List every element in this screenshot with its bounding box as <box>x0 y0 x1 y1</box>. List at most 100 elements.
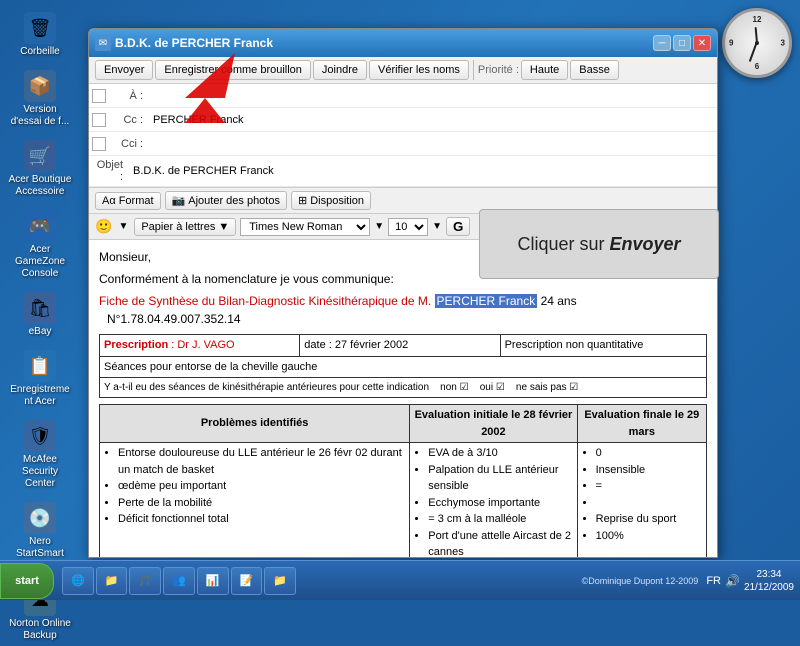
bold-button[interactable]: G <box>446 217 470 236</box>
format-button[interactable]: Aα Format <box>95 192 161 210</box>
check-names-button[interactable]: Vérifier les noms <box>369 60 469 80</box>
clock-widget: 12 3 6 9 <box>722 8 792 78</box>
format-label: Format <box>119 195 154 207</box>
taskbar-item-media[interactable]: 🎵 <box>129 567 161 595</box>
media-icon: 🎵 <box>138 574 152 587</box>
history-non: non ☑ <box>440 382 468 393</box>
desktop: 🗑 Corbeille 📦 Version d'essai de f... 🛒 … <box>0 0 800 600</box>
to-checkbox[interactable] <box>92 89 106 103</box>
tooltip-box: Cliquer sur Envoyer <box>479 209 719 279</box>
paper-button[interactable]: Papier à lettres ▼ <box>134 218 236 236</box>
date-display: 21/12/2009 <box>744 581 794 594</box>
history-oui: oui ☑ <box>480 382 505 393</box>
problem-4: Déficit fonctionnel total <box>118 511 405 528</box>
priority-high-button[interactable]: Haute <box>521 60 568 80</box>
email-window: ✉ B.D.K. de PERCHER Franck ─ □ ✕ Envoyer… <box>88 28 718 558</box>
cc-checkbox[interactable] <box>92 113 106 127</box>
seances-label: Séances pour entorse de la cheville gauc… <box>100 356 707 378</box>
cci-label: Cci : <box>109 135 149 153</box>
taskbar-item-users[interactable]: 👥 <box>163 567 195 595</box>
attach-button[interactable]: Joindre <box>313 60 367 80</box>
eval-initial-3: Ecchymose importante <box>428 495 572 512</box>
taskbar: start 🌐 📁 🎵 👥 📊 📝 📁 <box>0 560 800 600</box>
desktop-icon-gamezone[interactable]: 🎮 Acer GameZone Console <box>4 206 76 284</box>
taskbar-icons: 🔊 <box>725 574 740 588</box>
cci-field-row: Cci : <box>89 132 717 156</box>
disposition-icon: ⊞ <box>298 194 307 207</box>
disposition-button[interactable]: ⊞ Disposition <box>291 191 371 210</box>
folder-icon: 📁 <box>105 574 119 587</box>
users-icon: 👥 <box>172 574 186 587</box>
start-button[interactable]: start <box>0 563 54 599</box>
table-row: Entorse douloureuse du LLE antérieur le … <box>100 443 707 558</box>
dropdown-arrow-smiley: ▼ <box>118 221 128 232</box>
to-label: À : <box>109 87 149 105</box>
to-input[interactable] <box>149 87 717 105</box>
window-titlebar: ✉ B.D.K. de PERCHER Franck ─ □ ✕ <box>89 29 717 57</box>
font-size-down-arrow: ▼ <box>432 221 442 232</box>
subject-input[interactable] <box>129 162 717 180</box>
save-draft-button[interactable]: Enregistrer comme brouillon <box>155 60 311 80</box>
col-header-eval-initial: Evaluation initiale le 28 février 2002 <box>410 405 577 443</box>
taskbar-item-folder[interactable]: 📁 <box>96 567 128 595</box>
minimize-button[interactable]: ─ <box>653 35 671 51</box>
cc-input[interactable] <box>149 111 717 129</box>
taskbar-item-chart[interactable]: 📊 <box>197 567 229 595</box>
desktop-icon-mcafee[interactable]: 🛡 McAfee Security Center <box>4 416 76 494</box>
taskbar-right: ©Dominique Dupont 12-2009 FR 🔊 23:34 21/… <box>576 568 800 594</box>
cci-checkbox[interactable] <box>92 137 106 151</box>
patient-num: N°1.78.04.49.007.352.14 <box>107 310 707 328</box>
body-area[interactable]: Monsieur, Conformément à la nomenclature… <box>89 240 717 557</box>
font-name-select[interactable]: Times New Roman <box>240 218 370 236</box>
font-size-arrow: ▼ <box>374 221 384 232</box>
eval-finale-1: 0 <box>596 445 702 462</box>
taskbar-item-folder2[interactable]: 📁 <box>264 567 296 595</box>
problem-2: œdème peu important <box>118 478 405 495</box>
col-header-problems: Problèmes identifiés <box>100 405 410 443</box>
taskbar-item-ie[interactable]: 🌐 <box>62 567 94 595</box>
titlebar-buttons: ─ □ ✕ <box>653 35 711 51</box>
add-photos-button[interactable]: 📷 Ajouter des photos <box>165 191 287 210</box>
desktop-icon-version-essai[interactable]: 📦 Version d'essai de f... <box>4 66 76 132</box>
priority-low-button[interactable]: Basse <box>570 60 619 80</box>
word-icon: 📝 <box>240 574 254 587</box>
format-icon: Aα <box>102 195 116 207</box>
problems-table: Problèmes identifiés Evaluation initiale… <box>99 404 707 557</box>
taskbar-item-word[interactable]: 📝 <box>231 567 263 595</box>
subject-label: Objet : <box>89 156 129 186</box>
smiley-button[interactable]: 🙂 <box>95 218 112 235</box>
close-button[interactable]: ✕ <box>693 35 711 51</box>
folder2-icon: 📁 <box>273 574 287 587</box>
fields-area: À : Cc : Cci : Objet : <box>89 84 717 188</box>
problem-1: Entorse douloureuse du LLE antérieur le … <box>118 445 405 478</box>
cc-field-row: Cc : <box>89 108 717 132</box>
desktop-icon-corbeille[interactable]: 🗑 Corbeille <box>4 8 76 62</box>
toolbar-separator <box>473 60 474 80</box>
main-toolbar: Envoyer Enregistrer comme brouillon Join… <box>89 57 717 84</box>
tooltip-text: Cliquer sur Envoyer <box>517 234 680 255</box>
desktop-icon-acer-boutique[interactable]: 🛒 Acer Boutique Accessoire <box>4 136 76 202</box>
eval-initial-5: Port d'une attelle Aircast de 2 cannes <box>428 528 572 558</box>
maximize-button[interactable]: □ <box>673 35 691 51</box>
ie-icon: 🌐 <box>71 574 85 587</box>
time-display: 23:34 <box>744 568 794 581</box>
patient-name: PERCHER Franck <box>435 294 538 308</box>
eval-finale-5: Reprise du sport <box>596 511 702 528</box>
font-size-select[interactable]: 10 <box>388 218 428 236</box>
eval-initial-2: Palpation du LLE antérieur sensible <box>428 462 572 495</box>
subject-field-row: Objet : <box>89 156 717 187</box>
eval-initial-4: = 3 cm à la malléole <box>428 511 572 528</box>
taskbar-clock: 23:34 21/12/2009 <box>744 568 794 594</box>
to-field-row: À : <box>89 84 717 108</box>
start-label: start <box>15 575 39 587</box>
eval-finale-2: Insensible <box>596 462 702 479</box>
desktop-icon-ebay[interactable]: 🛍 eBay <box>4 288 76 342</box>
camera-icon: 📷 <box>172 194 186 207</box>
col-header-eval-finale: Evaluation finale le 29 mars <box>577 405 706 443</box>
send-button[interactable]: Envoyer <box>95 60 153 80</box>
prescription-type: Prescription non quantitative <box>505 339 644 351</box>
cci-input[interactable] <box>149 135 717 153</box>
fiche-line: Fiche de Synthèse du Bilan-Diagnostic Ki… <box>99 292 707 310</box>
history-row: Y a-t-il eu des séances de kinésithérapi… <box>100 378 707 398</box>
desktop-icon-enregistrement[interactable]: 📋 Enregistrement Acer <box>4 346 76 412</box>
